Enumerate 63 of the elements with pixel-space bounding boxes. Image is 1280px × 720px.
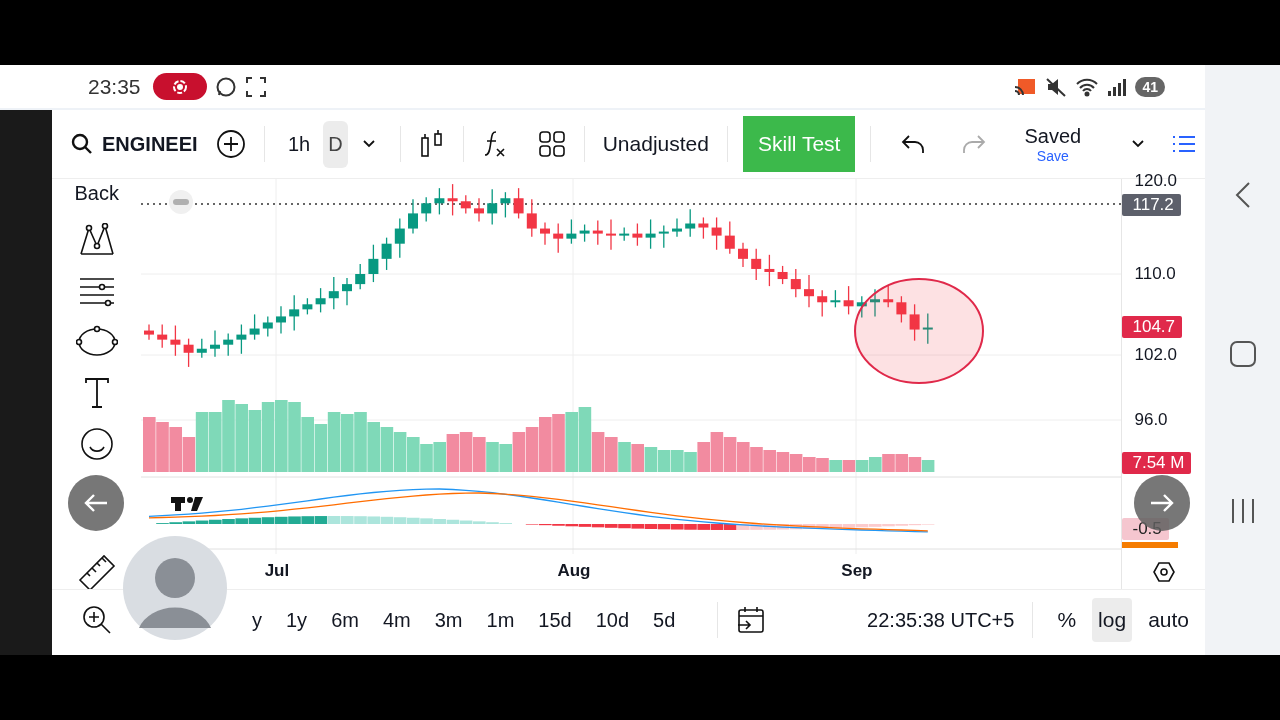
price-badge: 104.7 [1122,316,1183,338]
range-button[interactable]: 1m [486,608,515,632]
symbol-search[interactable]: ENGINEEI [102,132,198,156]
adjustment-button[interactable]: Unadjusted [602,132,709,156]
ellipse-tool-icon[interactable] [75,325,118,359]
clock-text: 22:35:38 UTC+5 [867,608,1015,632]
range-button[interactable]: y [252,608,262,632]
battery-indicator: 41 [1135,76,1165,97]
indicator-bar [1122,542,1179,548]
ruler-icon[interactable] [77,553,116,590]
price-badge: 7.54 M [1122,452,1192,474]
fib-lines-icon[interactable] [77,275,116,307]
calendar-icon[interactable] [736,606,767,634]
price-badge: 117.2 [1122,194,1181,216]
time-label: Sep [840,561,874,581]
record-icon [152,73,207,100]
arrow-left-icon [83,492,109,514]
back-link[interactable]: Back [74,182,119,205]
scale-toggle[interactable]: log [1092,598,1133,642]
zoom-in-icon[interactable] [82,605,112,635]
price-label: 102.0 [1134,345,1178,365]
smiley-icon[interactable] [79,427,114,461]
mute-icon [1045,76,1068,97]
caret-icon[interactable] [361,139,376,149]
text-tool-icon[interactable] [82,377,111,409]
interval-tab[interactable]: 1h [283,120,316,168]
settings-icon[interactable] [1151,560,1176,583]
range-button[interactable]: 10d [595,608,630,632]
range-button[interactable]: 6m [331,608,359,632]
time-label: Aug [556,561,592,581]
recents-nav-icon[interactable] [1229,498,1256,524]
price-label: 110.0 [1134,264,1176,284]
chat-icon [214,75,237,98]
search-icon[interactable] [70,132,94,156]
logo-icon [171,497,204,511]
range-button[interactable]: 5d [653,608,676,632]
saved-status: Saved [1024,124,1082,148]
layout-grid-icon[interactable] [537,130,566,158]
list-icon[interactable] [1171,134,1198,154]
price-label: 96.0 [1134,410,1168,430]
pattern-tool-icon[interactable] [77,223,116,257]
add-icon[interactable] [216,129,246,159]
cast-icon [1013,76,1038,97]
range-button[interactable]: 1y [286,608,308,632]
range-button[interactable]: 3m [434,608,463,632]
fullscreen-icon [244,75,267,98]
price-label: 120.0 [1134,171,1178,191]
save-link[interactable]: Save [1036,147,1069,164]
candlestick-icon[interactable] [418,129,445,159]
home-nav-icon[interactable] [1228,340,1257,368]
scale-toggle[interactable]: % [1051,598,1083,642]
interval-tab[interactable]: D [323,120,348,168]
status-time: 23:35 [88,74,141,99]
drag-handle-icon[interactable] [169,190,194,214]
time-label: Jul [263,561,291,581]
wifi-icon [1075,76,1100,97]
range-button[interactable]: 15d [538,608,572,632]
highlight-ellipse[interactable] [854,278,985,384]
range-button[interactable]: 4m [382,608,411,632]
signal-icon [1107,76,1128,97]
caret-icon[interactable] [1131,139,1146,149]
scale-toggle[interactable]: auto [1142,598,1195,642]
arrow-right-icon [1149,492,1175,514]
